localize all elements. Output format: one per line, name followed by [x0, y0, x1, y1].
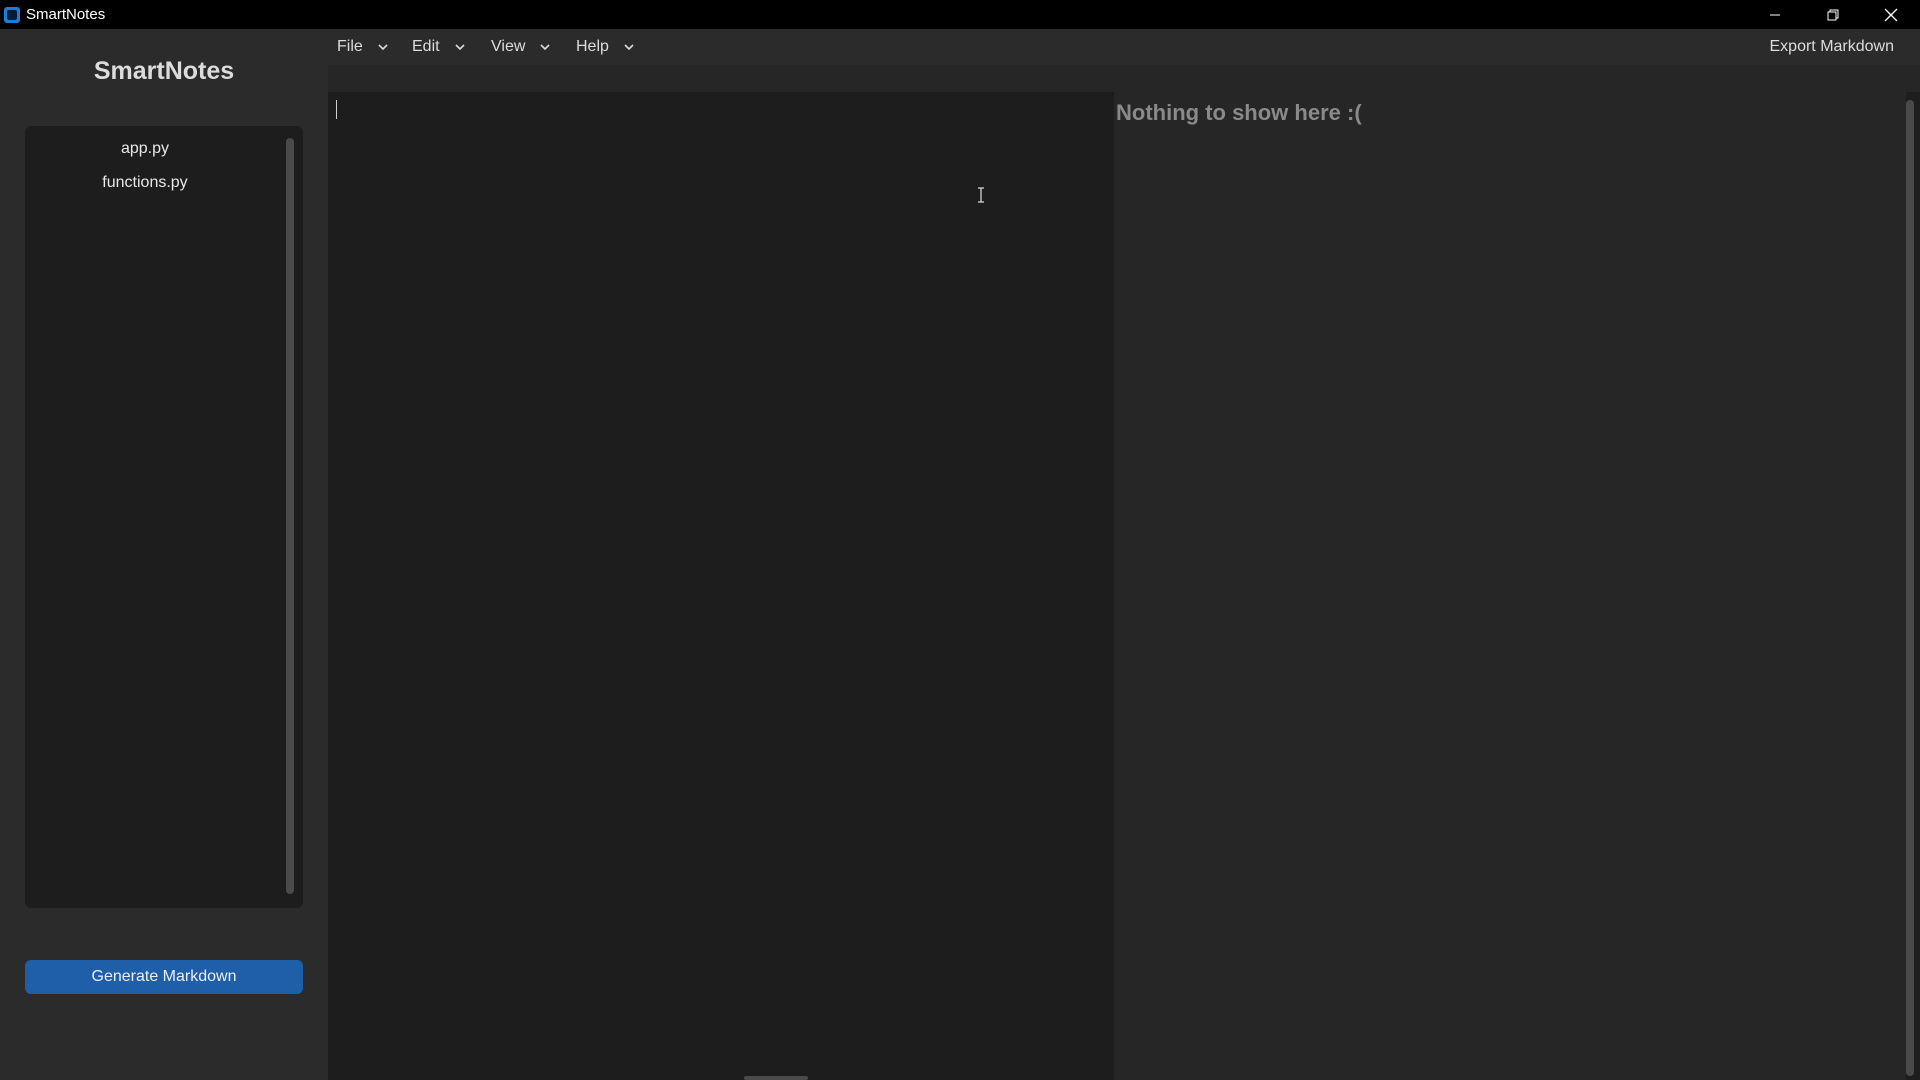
- menu-help[interactable]: Help: [576, 29, 635, 65]
- sidebar-title: SmartNotes: [93, 57, 235, 85]
- preview-scrollbar[interactable]: [1906, 100, 1914, 1076]
- markdown-editor[interactable]: [328, 92, 1114, 1080]
- text-caret: [336, 100, 337, 119]
- export-markdown-button[interactable]: Export Markdown: [1770, 29, 1895, 65]
- file-list-scrollbar[interactable]: [286, 138, 294, 894]
- chevron-down-icon: [540, 44, 550, 51]
- chevron-down-icon: [378, 44, 388, 51]
- file-item-functions-py[interactable]: functions.py: [25, 174, 265, 192]
- chevron-down-icon: [624, 44, 634, 51]
- title-bar: SmartNotes: [0, 0, 1920, 29]
- app-logo-icon: [4, 6, 20, 23]
- preview-empty-message: Nothing to show here :(: [1116, 100, 1362, 125]
- markdown-preview: Nothing to show here :(: [1114, 92, 1906, 1080]
- editor-horizontal-scrollbar[interactable]: [744, 1076, 808, 1080]
- menu-view-label: View: [491, 38, 526, 55]
- menu-file-label: File: [337, 38, 363, 55]
- close-button[interactable]: [1862, 0, 1920, 29]
- menu-edit[interactable]: Edit: [412, 29, 466, 65]
- chevron-down-icon: [455, 44, 465, 51]
- minimize-button[interactable]: [1746, 0, 1804, 29]
- ibeam-cursor-icon: [978, 187, 984, 203]
- close-icon: [1884, 8, 1898, 21]
- menu-view[interactable]: View: [491, 29, 551, 65]
- window-title: SmartNotes: [26, 6, 106, 23]
- file-item-app-py[interactable]: app.py: [25, 140, 265, 158]
- maximize-button[interactable]: [1804, 0, 1862, 29]
- menu-help-label: Help: [576, 38, 609, 55]
- menu-bar: File Edit View Help Export Markdown: [328, 29, 1920, 65]
- content-header-strip: [328, 65, 1920, 92]
- menu-edit-label: Edit: [412, 38, 440, 55]
- menu-file[interactable]: File: [337, 29, 389, 65]
- generate-markdown-button[interactable]: Generate Markdown: [25, 960, 303, 994]
- restore-icon: [1827, 9, 1839, 20]
- file-list: app.py functions.py: [25, 126, 303, 908]
- sidebar: SmartNotes app.py functions.py Generate …: [0, 29, 328, 1080]
- minimize-icon: [1770, 14, 1780, 15]
- window-controls: [1746, 0, 1920, 29]
